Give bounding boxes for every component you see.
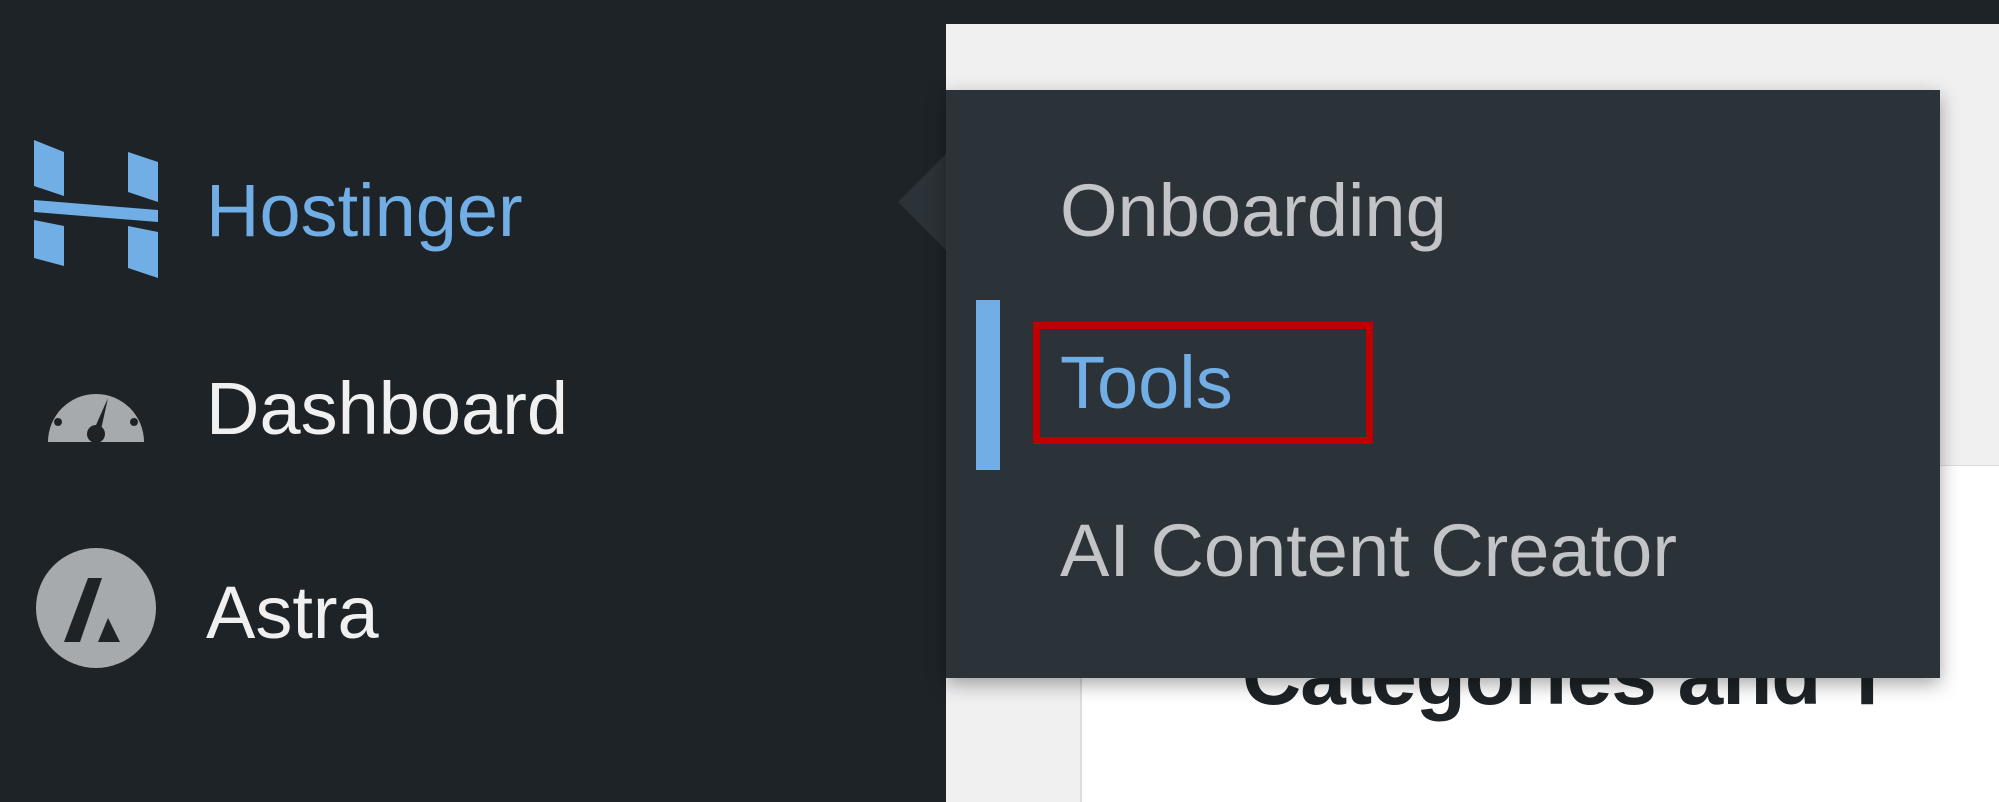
admin-sidebar: Hostinger Dashboard Astra (0, 24, 946, 802)
hostinger-logo-icon (34, 140, 158, 278)
astra-logo-icon (34, 546, 158, 670)
wp-admin-screen: Categories and T Hostinger (0, 0, 1999, 802)
dashboard-gauge-icon (34, 346, 158, 470)
submenu-item-onboarding[interactable]: Onboarding (1060, 168, 1447, 253)
submenu-item-ai-content-creator[interactable]: AI Content Creator (1060, 508, 1677, 593)
highlight-annotation-box (1033, 322, 1373, 444)
admin-bar (0, 0, 1999, 24)
hostinger-submenu-flyout: Onboarding Tools AI Content Creator (946, 90, 1940, 678)
sidebar-item-label: Astra (206, 571, 379, 654)
sidebar-item-label: Hostinger (206, 169, 523, 252)
flyout-pointer (898, 154, 946, 250)
sidebar-item-dashboard[interactable]: Dashboard (0, 334, 946, 484)
sidebar-item-hostinger[interactable]: Hostinger (0, 134, 946, 284)
sidebar-item-astra[interactable]: Astra (0, 534, 946, 684)
sidebar-item-label: Dashboard (206, 367, 569, 450)
active-indicator (976, 300, 1000, 470)
